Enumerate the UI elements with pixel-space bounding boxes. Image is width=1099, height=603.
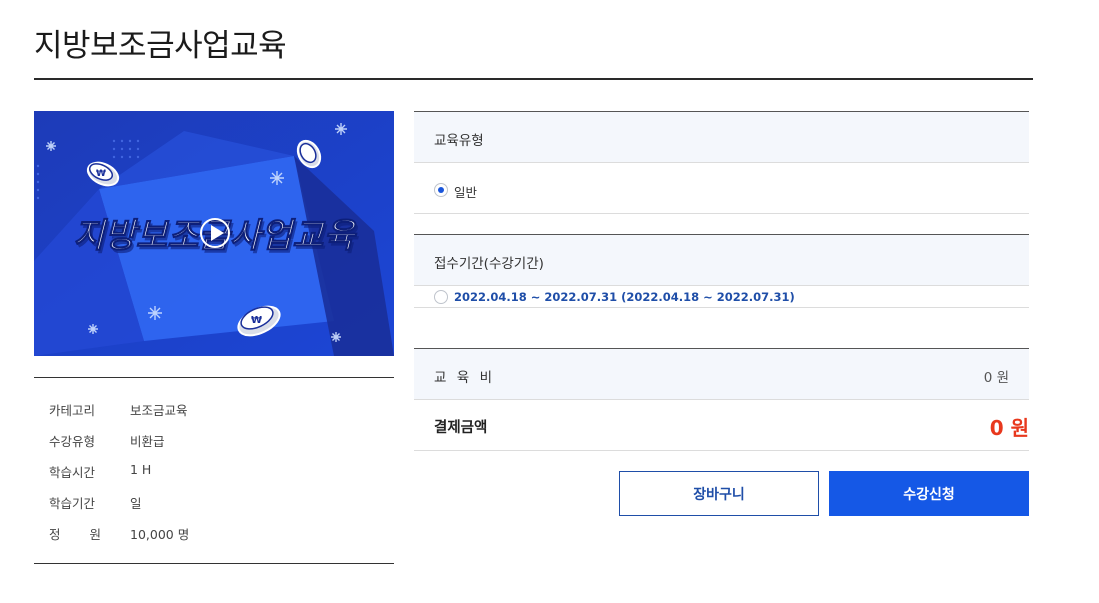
payment-label: 결제금액 xyxy=(434,420,488,436)
registration-period-header: 접수기간(수강기간) xyxy=(414,235,1029,285)
fee-label: 교육비 xyxy=(434,370,492,386)
svg-text:₩: ₩ xyxy=(96,169,106,179)
info-row-course-type: 수강유형 비환급 xyxy=(49,434,165,449)
section-divider xyxy=(414,450,1029,451)
section-divider xyxy=(414,162,1029,163)
education-type-radio-general[interactable] xyxy=(434,183,448,197)
education-type-header: 교육유형 xyxy=(414,112,1029,162)
section-divider xyxy=(414,307,1029,308)
title-divider xyxy=(34,78,1033,80)
section-divider xyxy=(414,399,1029,400)
enroll-button[interactable]: 수강신청 xyxy=(829,471,1029,516)
fee-row: 교육비 0 원 xyxy=(414,349,1029,399)
info-row-study-period: 학습기간 일 xyxy=(49,496,142,511)
info-row-study-time: 학습시간 1 H xyxy=(49,462,152,480)
fee-value: 0 원 xyxy=(983,370,1009,386)
registration-period-option-label[interactable]: 2022.04.18 ~ 2022.07.31 (2022.04.18 ~ 20… xyxy=(454,290,795,304)
add-to-cart-button[interactable]: 장바구니 xyxy=(619,471,819,516)
course-info-table: 카테고리 보조금교육 수강유형 비환급 학습시간 1 H 학습기간 일 정원 1… xyxy=(34,377,394,564)
section-divider xyxy=(414,285,1029,286)
payment-amount: 0 원 xyxy=(989,416,1029,440)
course-thumbnail[interactable]: ₩ ₩ 지방보조금사업교육 지방보조금사업교육 xyxy=(34,111,394,356)
svg-text:₩: ₩ xyxy=(251,315,262,326)
info-row-capacity: 정원 10,000 명 xyxy=(49,527,190,542)
registration-period-radio[interactable] xyxy=(434,290,448,304)
education-type-option-label[interactable]: 일반 xyxy=(454,182,477,201)
page-title: 지방보조금사업교육 xyxy=(34,28,287,64)
section-divider xyxy=(414,213,1029,214)
info-row-category: 카테고리 보조금교육 xyxy=(49,403,188,418)
